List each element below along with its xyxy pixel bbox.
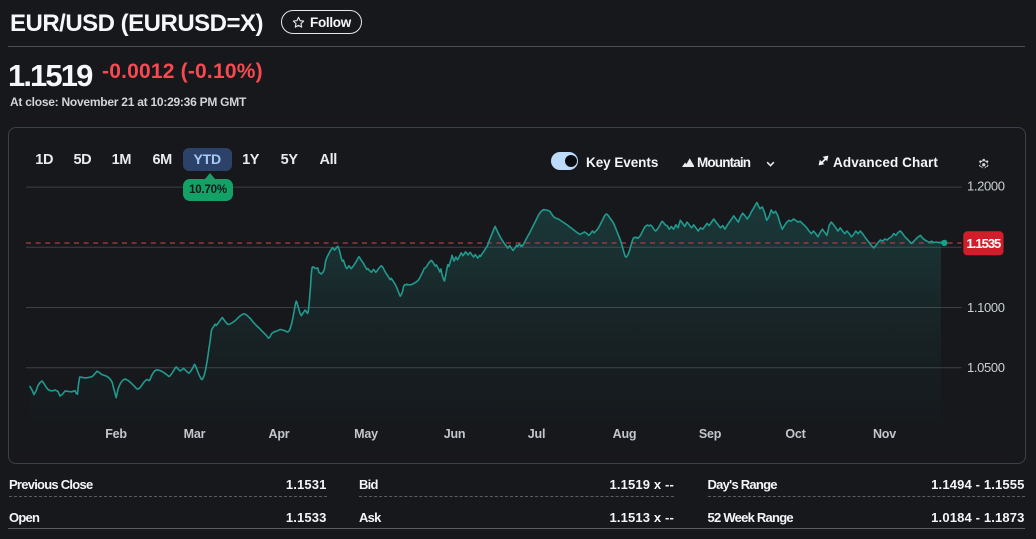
svg-text:Feb: Feb (105, 427, 127, 441)
svg-text:Oct: Oct (785, 427, 806, 441)
svg-text:May: May (354, 427, 378, 441)
svg-text:Jul: Jul (528, 427, 545, 441)
svg-text:1.0500: 1.0500 (967, 360, 1005, 375)
svg-text:1.1535: 1.1535 (967, 236, 1002, 251)
svg-text:Apr: Apr (269, 427, 290, 441)
svg-text:Nov: Nov (873, 427, 896, 441)
svg-text:1.2000: 1.2000 (967, 179, 1005, 194)
svg-text:Jun: Jun (444, 427, 466, 441)
svg-text:Aug: Aug (613, 427, 637, 441)
svg-text:Mar: Mar (184, 427, 206, 441)
svg-text:Sep: Sep (699, 427, 722, 441)
svg-text:1.1000: 1.1000 (967, 300, 1005, 315)
